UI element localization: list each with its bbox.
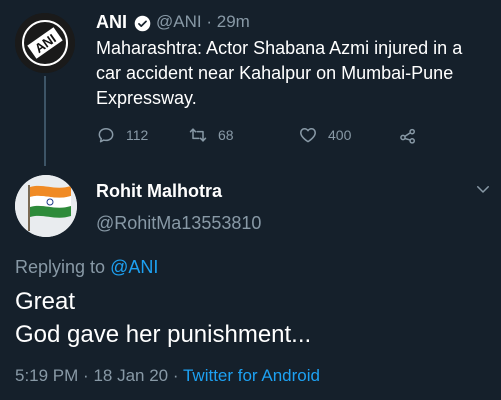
meta-separator: · (172, 366, 179, 385)
reply-icon (98, 128, 114, 143)
verified-icon (134, 15, 151, 32)
reply-author-handle[interactable]: @RohitMa13553810 (96, 213, 261, 234)
parent-handle-time: @ANI · 29m (156, 12, 250, 32)
tweet-date[interactable]: 18 Jan 20 (93, 366, 168, 385)
indian-flag-avatar (15, 175, 77, 237)
reply-button[interactable]: 112 (96, 126, 148, 144)
chevron-down-icon[interactable] (474, 180, 492, 198)
replying-to-line: Replying to @ANI (15, 257, 158, 278)
reply-author-avatar[interactable] (15, 175, 77, 237)
thread-line (44, 76, 46, 166)
tweet-client-link[interactable]: Twitter for Android (183, 366, 320, 385)
meta-separator: · (83, 366, 89, 385)
tweet-meta: 5:19 PM · 18 Jan 20 · Twitter for Androi… (15, 366, 320, 386)
parent-author-name[interactable]: ANI (96, 12, 127, 33)
separator-dot: · (206, 12, 213, 31)
retweet-button[interactable]: 68 (188, 126, 234, 144)
replying-to-mention[interactable]: @ANI (110, 257, 158, 277)
replying-prefix: Replying to (15, 257, 106, 277)
parent-time[interactable]: 29m (217, 12, 250, 31)
retweet-icon (189, 128, 207, 142)
reply-tweet-text-line1: Great (15, 288, 76, 315)
like-count: 400 (328, 127, 352, 143)
reply-author-name[interactable]: Rohit Malhotra (96, 181, 222, 202)
like-button[interactable]: 400 (298, 126, 351, 144)
reply-count: 112 (126, 127, 149, 143)
like-icon (300, 128, 316, 143)
tweet-time[interactable]: 5:19 PM (15, 366, 78, 385)
retweet-count: 68 (218, 127, 234, 143)
ani-logo: ANI (15, 13, 75, 73)
parent-tweet-text: Maharashtra: Actor Shabana Azmi injured … (96, 38, 463, 108)
reply-tweet-text-line2: God gave her punishment... (15, 321, 312, 348)
share-icon (400, 128, 415, 144)
ani-avatar[interactable]: ANI (15, 13, 75, 73)
parent-handle[interactable]: @ANI (156, 12, 202, 31)
share-button[interactable] (398, 126, 418, 144)
